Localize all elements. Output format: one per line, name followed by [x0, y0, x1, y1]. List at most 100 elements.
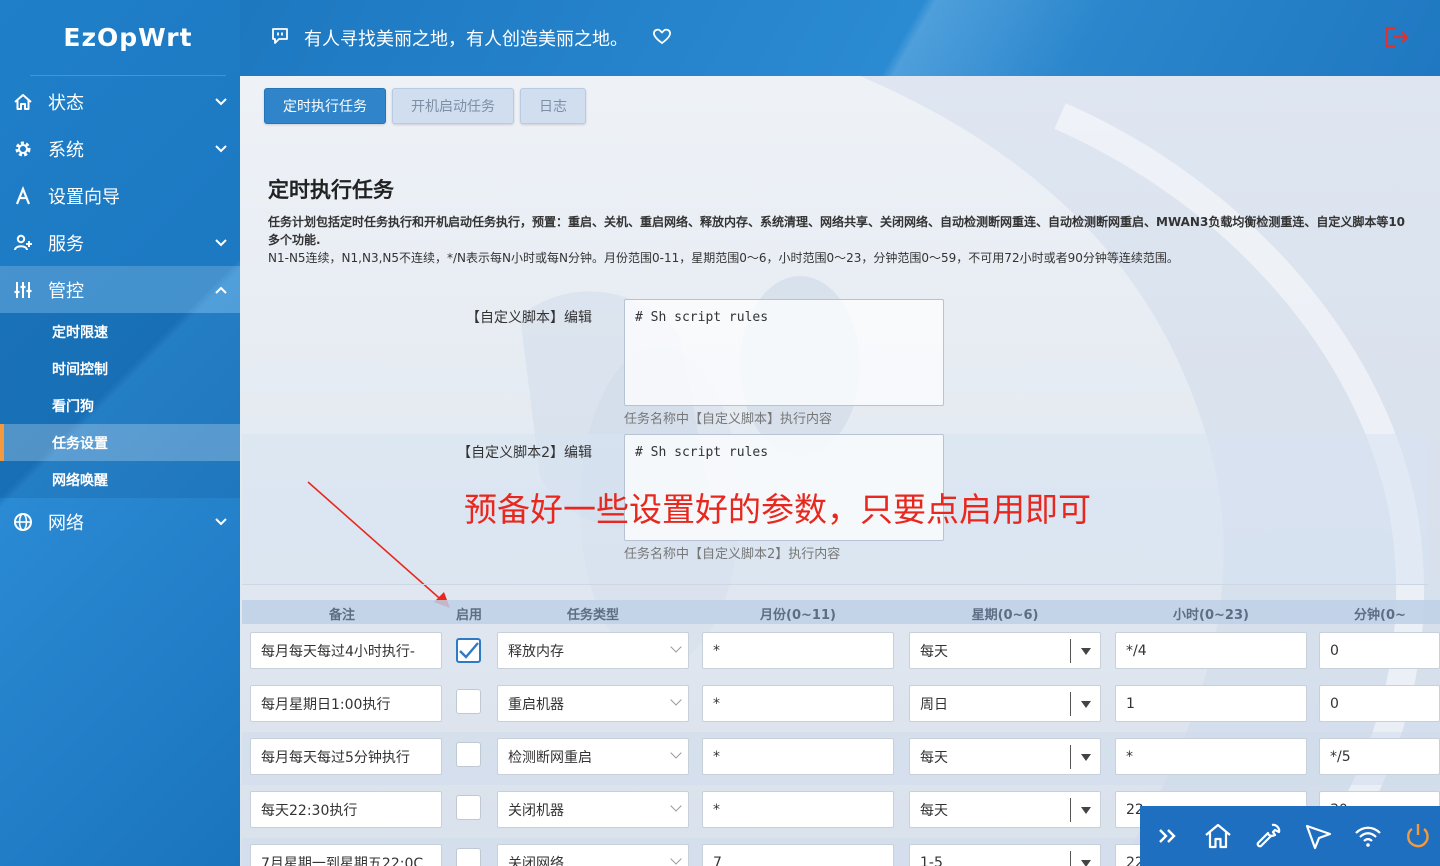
- send-icon[interactable]: [1302, 820, 1334, 852]
- brand-logo: EzOpWrt: [30, 0, 226, 76]
- enable-checkbox[interactable]: [456, 638, 481, 663]
- dropdown-arrow-icon: [1070, 692, 1100, 716]
- sidebar-item-system[interactable]: 系统: [0, 125, 240, 172]
- header-motto: 有人寻找美丽之地，有人创造美丽之地。: [304, 29, 628, 50]
- sidebar-subitem-watchdog[interactable]: 看门狗: [0, 387, 240, 424]
- sidebar-item-label: 管控: [48, 280, 84, 302]
- dropdown-arrow-icon: [1070, 745, 1100, 769]
- description-normal: N1-N5连续，N1,N3,N5不连续，*/N表示每N小时或每N分钟。月份范围0…: [268, 251, 1179, 265]
- top-header: 有人寻找美丽之地，有人创造美丽之地。: [240, 0, 1440, 76]
- page-description: 任务计划包括定时任务执行和开机启动任务执行，预置：重启、关机、重启网络、释放内存…: [268, 213, 1416, 267]
- sliders-icon: [12, 279, 34, 301]
- chevron-down-icon: [214, 234, 228, 255]
- wifi-icon[interactable]: [1352, 820, 1384, 852]
- main-content: 定时执行任务 开机启动任务 日志 定时执行任务 任务计划包括定时任务执行和开机启…: [240, 76, 1440, 866]
- week-select[interactable]: 每天: [909, 632, 1101, 669]
- custom-script-textarea[interactable]: # Sh script rules: [624, 299, 944, 406]
- month-input[interactable]: *: [702, 738, 894, 775]
- sidebar: EzOpWrt 状态 系统 设置向导 服务 管控 定时限速 时间控制 看门狗 任…: [0, 0, 240, 866]
- month-input[interactable]: *: [702, 685, 894, 722]
- header-note: 备注: [328, 608, 355, 623]
- enable-checkbox[interactable]: [456, 742, 481, 767]
- sidebar-item-label: 设置向导: [48, 186, 120, 208]
- table-row: 每月每天每过5分钟执行 检测断网重启 * 每天 * */5: [242, 732, 1440, 785]
- minute-input[interactable]: 0: [1319, 632, 1440, 669]
- week-select[interactable]: 每天: [909, 791, 1101, 828]
- gear-icon: [12, 138, 34, 160]
- sidebar-item-services[interactable]: 服务: [0, 219, 240, 266]
- annotation-arrow: [307, 481, 450, 608]
- note-input[interactable]: 每月星期日1:00执行: [250, 685, 442, 722]
- task-type-select[interactable]: 检测断网重启: [497, 738, 689, 775]
- month-input[interactable]: 7: [702, 844, 894, 866]
- header-task-type: 任务类型: [566, 608, 619, 623]
- globe-icon: [12, 511, 34, 533]
- sidebar-subitem-speed-limit[interactable]: 定时限速: [0, 313, 240, 350]
- header-week: 星期(0~6): [971, 608, 1039, 623]
- home-icon[interactable]: [1202, 820, 1234, 852]
- sidebar-subitem-task-settings[interactable]: 任务设置: [0, 424, 240, 461]
- double-chevron-icon[interactable]: [1152, 820, 1184, 852]
- user-plus-icon: [12, 232, 34, 254]
- tab-startup-tasks[interactable]: 开机启动任务: [392, 88, 514, 124]
- sidebar-item-label: 系统: [48, 139, 84, 161]
- note-input[interactable]: 每月每天每过4小时执行-: [250, 632, 442, 669]
- message-icon: [270, 26, 290, 50]
- power-icon[interactable]: [1402, 820, 1434, 852]
- header-month: 月份(0~11): [760, 608, 836, 623]
- tab-log[interactable]: 日志: [520, 88, 586, 124]
- task-type-select[interactable]: 重启机器: [497, 685, 689, 722]
- chevron-down-icon: [214, 513, 228, 534]
- dropdown-arrow-icon: [1070, 851, 1100, 866]
- custom-script-hint: 任务名称中【自定义脚本】执行内容: [624, 412, 833, 427]
- custom-script-label: 【自定义脚本】编辑: [466, 310, 592, 326]
- tab-scheduled-tasks[interactable]: 定时执行任务: [264, 88, 386, 124]
- week-select[interactable]: 周日: [909, 685, 1101, 722]
- section-divider: [242, 584, 1428, 585]
- sidebar-item-status[interactable]: 状态: [0, 78, 240, 125]
- note-input[interactable]: 7月星期一到星期五22:0C: [250, 844, 442, 866]
- logout-icon[interactable]: [1384, 25, 1410, 53]
- hour-input[interactable]: 1: [1115, 685, 1307, 722]
- table-row: 每月每天每过4小时执行- 释放内存 * 每天 */4 0: [242, 626, 1440, 679]
- note-input[interactable]: 每月每天每过5分钟执行: [250, 738, 442, 775]
- checkmark-icon: [459, 642, 479, 659]
- minute-input[interactable]: */5: [1319, 738, 1440, 775]
- sidebar-item-network[interactable]: 网络: [0, 498, 240, 545]
- task-type-select[interactable]: 关闭网络: [497, 844, 689, 866]
- description-bold: 任务计划包括定时任务执行和开机启动任务执行，预置：重启、关机、重启网络、释放内存…: [268, 215, 1406, 247]
- dropdown-arrow-icon: [1070, 639, 1100, 663]
- sidebar-item-label: 状态: [48, 92, 84, 114]
- wrench-icon[interactable]: [1252, 820, 1284, 852]
- heart-icon[interactable]: [652, 27, 672, 49]
- custom-script2-label: 【自定义脚本2】编辑: [457, 445, 592, 461]
- sidebar-subitem-wol[interactable]: 网络唤醒: [0, 461, 240, 498]
- enable-checkbox[interactable]: [456, 689, 481, 714]
- minute-input[interactable]: 0: [1319, 685, 1440, 722]
- week-select[interactable]: 1-5: [909, 844, 1101, 866]
- table-header: 备注 启用 任务类型 月份(0~11) 星期(0~6) 小时(0~23) 分钟(…: [242, 600, 1440, 624]
- page-title: 定时执行任务: [268, 178, 394, 202]
- sidebar-subitem-time-control[interactable]: 时间控制: [0, 350, 240, 387]
- chevron-down-icon: [214, 140, 228, 161]
- hour-input[interactable]: */4: [1115, 632, 1307, 669]
- month-input[interactable]: *: [702, 632, 894, 669]
- sidebar-item-label: 服务: [48, 233, 84, 255]
- annotation-text: 预备好一些设置好的参数，只要点启用即可: [464, 490, 1091, 529]
- task-tabs: 定时执行任务 开机启动任务 日志: [264, 88, 586, 124]
- task-type-select[interactable]: 释放内存: [497, 632, 689, 669]
- hour-input[interactable]: *: [1115, 738, 1307, 775]
- month-input[interactable]: *: [702, 791, 894, 828]
- note-input[interactable]: 每天22:30执行: [250, 791, 442, 828]
- chevron-up-icon: [214, 281, 228, 302]
- header-minute: 分钟(0~: [1354, 608, 1406, 623]
- week-select[interactable]: 每天: [909, 738, 1101, 775]
- sidebar-item-label: 网络: [48, 512, 84, 534]
- sidebar-item-control[interactable]: 管控: [0, 266, 240, 313]
- control-submenu: 定时限速 时间控制 看门狗 任务设置 网络唤醒: [0, 313, 240, 498]
- enable-checkbox[interactable]: [456, 848, 481, 866]
- enable-checkbox[interactable]: [456, 795, 481, 820]
- task-type-select[interactable]: 关闭机器: [497, 791, 689, 828]
- sidebar-item-wizard[interactable]: 设置向导: [0, 172, 240, 219]
- custom-script2-hint: 任务名称中【自定义脚本2】执行内容: [624, 547, 841, 562]
